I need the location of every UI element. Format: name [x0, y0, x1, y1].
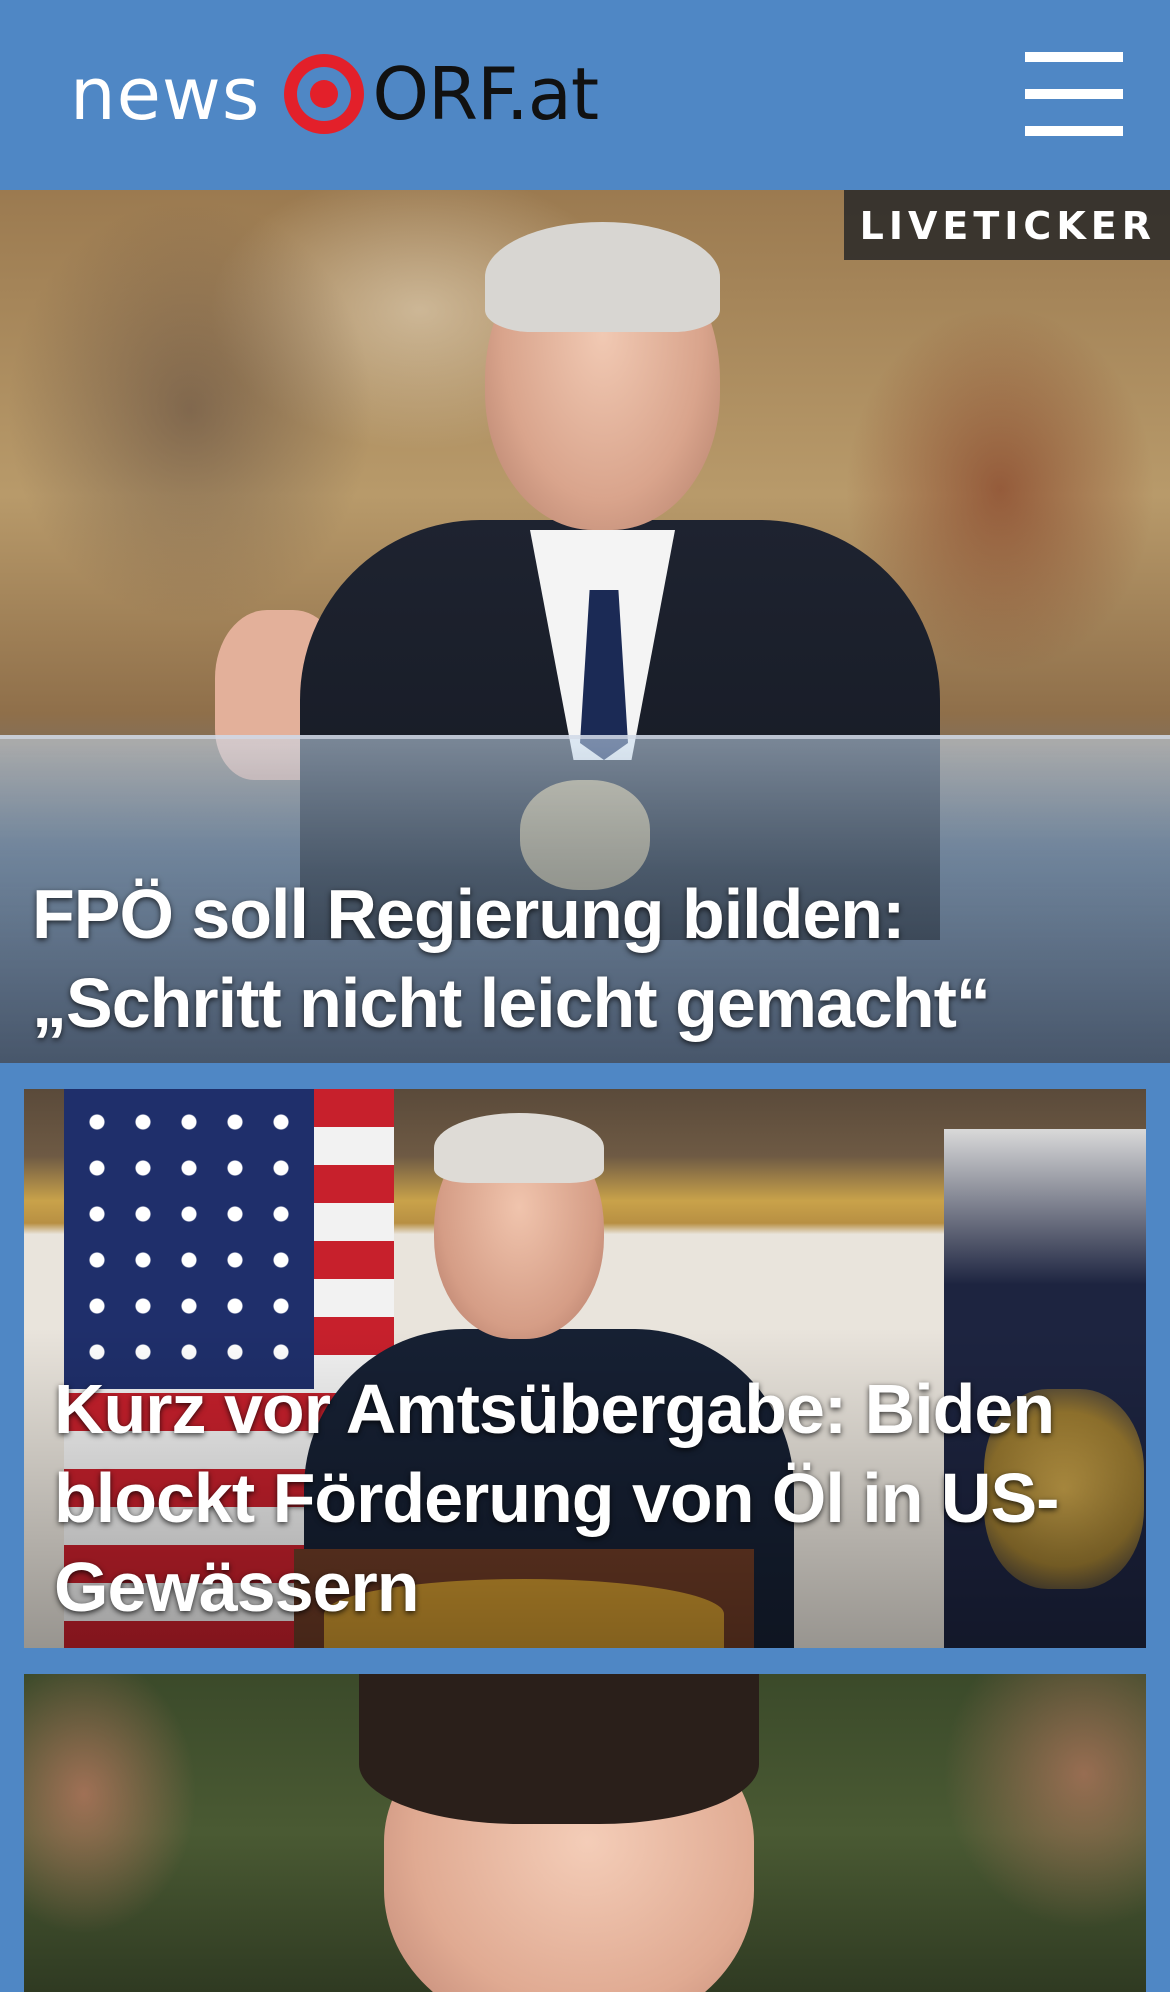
- logo-news-text: news: [70, 52, 261, 136]
- story-headline[interactable]: Kurz vor Amtsübergabe: Biden blockt Förd…: [54, 1365, 1124, 1632]
- story-card[interactable]: [24, 1674, 1146, 1992]
- site-header: news ORF.at: [0, 0, 1170, 190]
- menu-line: [1025, 52, 1123, 62]
- story-headline[interactable]: FPÖ soll Regierung bilden: „Schritt nich…: [32, 870, 1142, 1048]
- orf-target-icon: [284, 54, 365, 134]
- image-detail: [359, 1674, 759, 1824]
- image-detail: [485, 222, 720, 332]
- news-orf-logo[interactable]: news ORF.at: [70, 50, 599, 138]
- menu-line: [1025, 126, 1123, 136]
- story-image: [24, 1674, 1146, 1992]
- story-card[interactable]: Kurz vor Amtsübergabe: Biden blockt Förd…: [24, 1089, 1146, 1648]
- hamburger-menu-icon[interactable]: [1025, 52, 1123, 136]
- liveticker-badge: LIVETICKER: [843, 190, 1170, 260]
- top-story-card[interactable]: LIVETICKER FPÖ soll Regierung bilden: „S…: [0, 190, 1170, 1063]
- menu-line: [1025, 89, 1123, 99]
- image-detail: [434, 1113, 604, 1183]
- logo-orf-text: ORF.at: [372, 52, 599, 136]
